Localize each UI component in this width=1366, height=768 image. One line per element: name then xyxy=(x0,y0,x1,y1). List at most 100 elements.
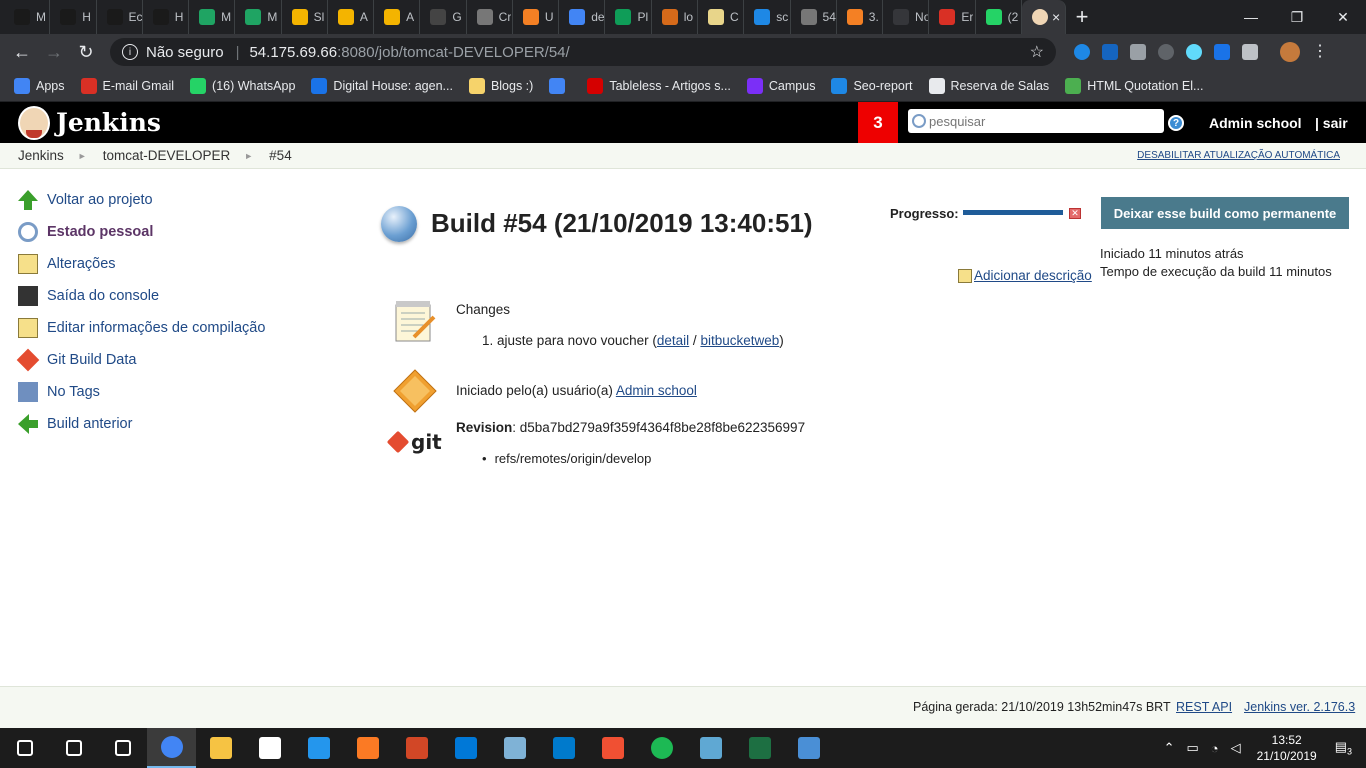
security-status[interactable]: Não seguro xyxy=(146,44,224,61)
browser-tab[interactable]: Ec xyxy=(97,0,143,34)
taskbar-app[interactable] xyxy=(392,728,441,768)
profile-avatar[interactable] xyxy=(1280,42,1300,62)
browser-tab[interactable]: M xyxy=(189,0,236,34)
browser-tab[interactable]: 3. xyxy=(837,0,884,34)
bookmark-item[interactable]: Apps xyxy=(14,77,65,94)
notification-center-icon[interactable]: ▤3 xyxy=(1335,739,1352,757)
change-bitbucket-link[interactable]: bitbucketweb xyxy=(700,333,779,348)
add-description-label[interactable]: Adicionar descrição xyxy=(974,268,1092,283)
taskbar-app[interactable] xyxy=(441,728,490,768)
breadcrumb-separator-icon[interactable]: ► xyxy=(244,151,253,161)
taskbar-app[interactable] xyxy=(0,728,49,768)
browser-tab[interactable]: M xyxy=(4,0,51,34)
change-detail-link[interactable]: detail xyxy=(657,333,689,348)
bookmark-item[interactable]: HTML Quotation El... xyxy=(1065,77,1203,94)
taskbar-app[interactable] xyxy=(147,728,196,768)
browser-tab[interactable]: 54 xyxy=(791,0,837,34)
extension-icon[interactable] xyxy=(1130,44,1146,60)
minimize-button[interactable]: — xyxy=(1228,0,1274,34)
taskbar-app[interactable] xyxy=(784,728,833,768)
bookmark-star-icon[interactable]: ☆ xyxy=(1030,42,1044,62)
back-button[interactable]: ← xyxy=(6,36,38,68)
disable-autorefresh-link[interactable]: DESABILITAR ATUALIZAÇÃO AUTOMÁTICA xyxy=(1137,150,1340,161)
search-input[interactable] xyxy=(929,113,1149,129)
taskbar-app[interactable] xyxy=(294,728,343,768)
search-box[interactable] xyxy=(908,109,1164,133)
started-by-user-link[interactable]: Admin school xyxy=(616,383,697,398)
notification-badge[interactable]: 3 xyxy=(858,102,898,143)
bookmark-item[interactable]: Tableless - Artigos s... xyxy=(587,77,731,94)
breadcrumb-separator-icon[interactable]: ► xyxy=(78,151,87,161)
taskbar-app[interactable] xyxy=(98,728,147,768)
side-task-label[interactable]: No Tags xyxy=(47,384,100,400)
side-task[interactable]: Alterações xyxy=(18,248,318,280)
browser-tab[interactable]: de xyxy=(559,0,606,34)
bookmark-item[interactable]: Seo-report xyxy=(831,77,913,94)
maximize-button[interactable]: ❐ xyxy=(1274,0,1320,34)
extension-icon[interactable] xyxy=(1102,44,1118,60)
wifi-icon[interactable]: ◔ xyxy=(1211,741,1219,756)
user-link[interactable]: Admin school xyxy=(1209,115,1302,131)
browser-tab[interactable]: Pl xyxy=(605,0,652,34)
side-task-label[interactable]: Saída do console xyxy=(47,288,159,304)
side-task[interactable]: Git Build Data xyxy=(16,344,318,376)
side-task[interactable]: Estado pessoal xyxy=(18,216,318,248)
taskbar-app[interactable] xyxy=(637,728,686,768)
side-task-label[interactable]: Git Build Data xyxy=(47,352,136,368)
taskbar-app[interactable] xyxy=(196,728,245,768)
bookmark-item[interactable]: Digital House: agen... xyxy=(311,77,453,94)
breadcrumb-job[interactable]: tomcat-DEVELOPER xyxy=(103,148,231,163)
side-task[interactable]: Editar informações de compilação xyxy=(18,312,318,344)
breadcrumb-jenkins[interactable]: Jenkins xyxy=(18,148,64,163)
extension-icon[interactable] xyxy=(1074,44,1090,60)
address-bar[interactable]: i Não seguro | 54.175.69.66 :8080/job/to… xyxy=(110,38,1056,66)
battery-icon[interactable]: ▭ xyxy=(1186,740,1198,756)
close-window-button[interactable]: ✕ xyxy=(1320,0,1366,34)
new-tab-button[interactable]: + xyxy=(1066,0,1098,34)
side-task[interactable]: Build anterior xyxy=(18,408,318,440)
stop-build-icon[interactable]: ✕ xyxy=(1069,208,1081,219)
volume-icon[interactable]: ◁ xyxy=(1231,740,1241,756)
reload-button[interactable]: ↻ xyxy=(70,36,102,68)
rest-api-link[interactable]: REST API xyxy=(1176,700,1232,714)
jenkins-logo[interactable]: Jenkins xyxy=(18,105,161,140)
tab-jenkins-active[interactable]: × xyxy=(1022,0,1066,34)
help-icon[interactable]: ? xyxy=(1168,115,1184,131)
taskbar-app[interactable] xyxy=(490,728,539,768)
bookmark-item[interactable]: E-mail Gmail xyxy=(80,77,174,94)
browser-tab[interactable]: H xyxy=(50,0,97,34)
browser-tab[interactable]: H xyxy=(143,0,190,34)
taskbar-app[interactable] xyxy=(686,728,735,768)
taskbar-app[interactable] xyxy=(245,728,294,768)
taskbar-app[interactable] xyxy=(735,728,784,768)
bookmark-item[interactable] xyxy=(549,77,571,94)
extension-icon[interactable] xyxy=(1242,44,1258,60)
side-task[interactable]: Saída do console xyxy=(18,280,318,312)
bookmark-item[interactable]: Campus xyxy=(746,77,815,94)
browser-tab[interactable]: lo xyxy=(652,0,698,34)
logout-link[interactable]: | sair xyxy=(1315,115,1348,131)
browser-tab[interactable]: Nova xyxy=(883,0,930,34)
side-task-label[interactable]: Voltar ao projeto xyxy=(47,192,153,208)
browser-tab[interactable]: (2 xyxy=(976,0,1022,34)
side-task[interactable]: Voltar ao projeto xyxy=(18,184,318,216)
taskbar-app[interactable] xyxy=(539,728,588,768)
side-task-label[interactable]: Build anterior xyxy=(47,416,132,432)
browser-tab[interactable]: M xyxy=(235,0,282,34)
browser-tab[interactable]: Er xyxy=(929,0,976,34)
browser-tab[interactable]: C xyxy=(698,0,745,34)
side-task-label[interactable]: Editar informações de compilação xyxy=(47,320,265,336)
bookmark-item[interactable]: Blogs :) xyxy=(468,77,533,94)
chevron-up-icon[interactable]: ⌃ xyxy=(1164,740,1175,756)
taskbar-app[interactable] xyxy=(49,728,98,768)
taskbar-app[interactable] xyxy=(343,728,392,768)
browser-tab[interactable]: G xyxy=(420,0,467,34)
browser-tab[interactable]: Sl xyxy=(282,0,328,34)
bookmark-item[interactable]: Reserva de Salas xyxy=(928,77,1049,94)
browser-tab[interactable]: A xyxy=(374,0,421,34)
side-task[interactable]: No Tags xyxy=(18,376,318,408)
add-description-link[interactable]: Adicionar descrição xyxy=(958,268,1092,283)
extension-icon[interactable] xyxy=(1158,44,1174,60)
bookmark-item[interactable]: (16) WhatsApp xyxy=(190,77,295,94)
browser-tab[interactable]: sc xyxy=(744,0,791,34)
